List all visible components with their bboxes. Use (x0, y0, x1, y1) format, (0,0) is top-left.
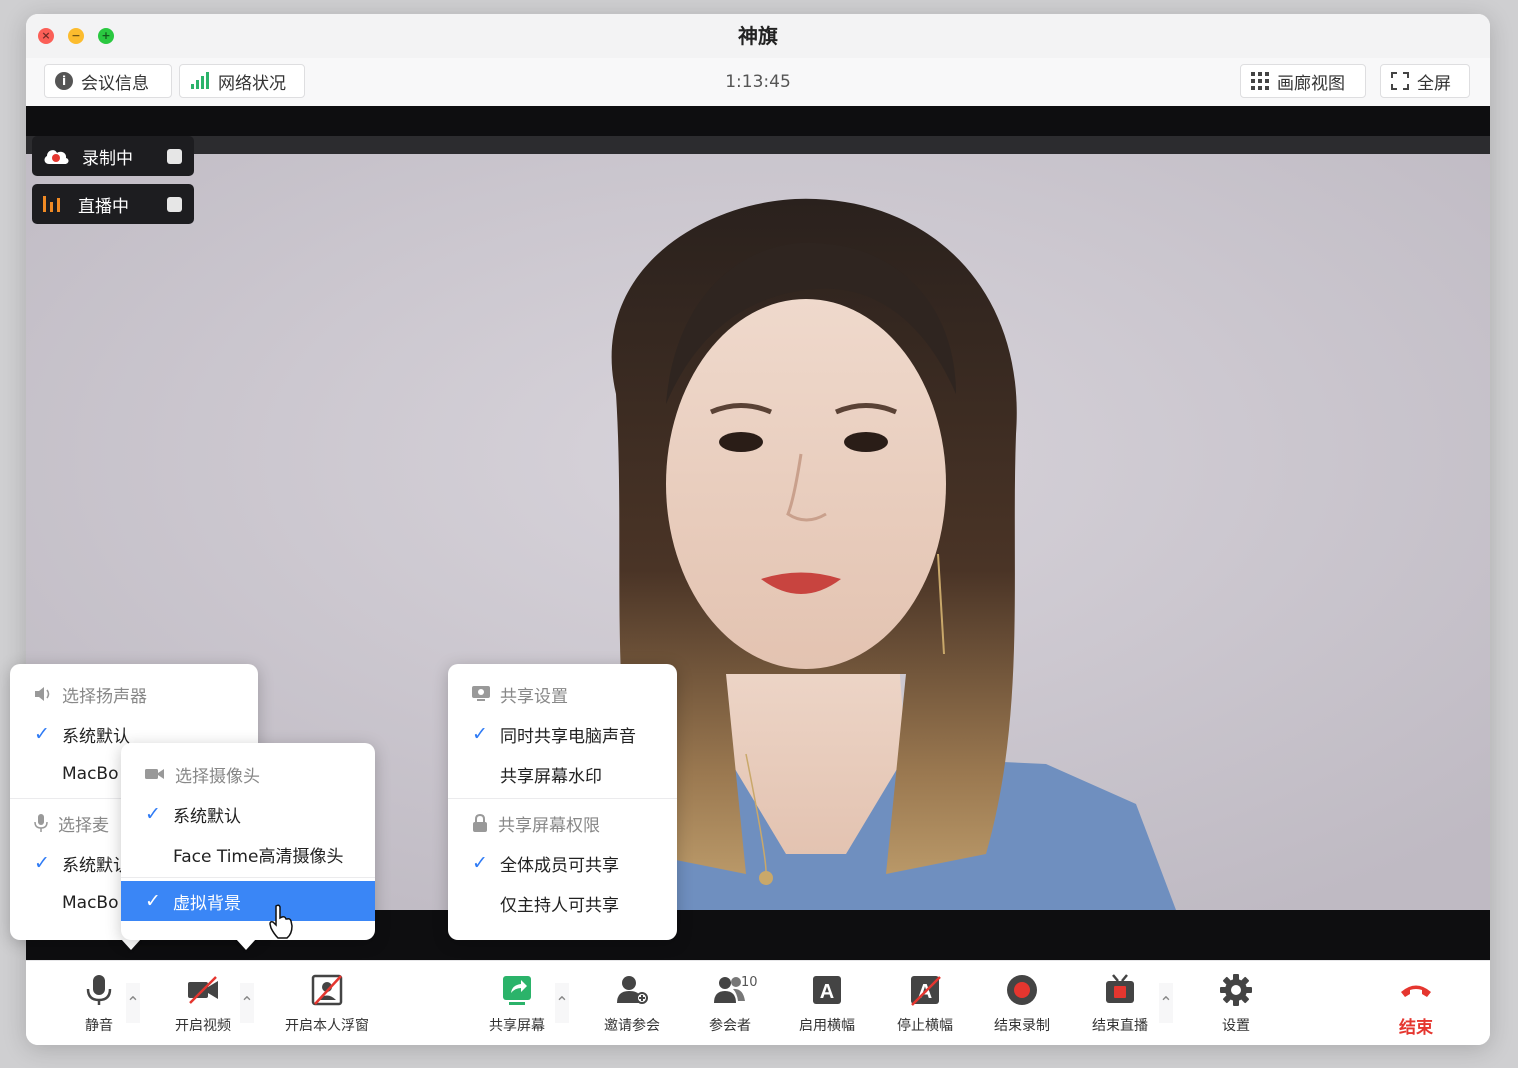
svg-text:A: A (820, 981, 834, 1003)
camera-header: 选择摄像头 (121, 754, 375, 794)
live-options-caret[interactable]: ⌃ (1159, 983, 1173, 1023)
fullscreen-button[interactable]: 全屏 (1380, 64, 1470, 98)
speaker-icon (35, 687, 50, 701)
share-options-caret[interactable]: ⌃ (555, 983, 569, 1023)
share-permission-header-label: 共享屏幕权限 (498, 815, 600, 836)
stop-live-button[interactable] (167, 197, 182, 212)
gallery-view-label: 画廊视图 (1277, 73, 1345, 94)
cloud-icon (44, 150, 69, 164)
menu-divider (448, 798, 677, 799)
gallery-view-button[interactable]: 画廊视图 (1240, 64, 1366, 98)
fullscreen-label: 全屏 (1417, 73, 1451, 94)
self-float-button[interactable]: 开启本人浮窗 (282, 967, 372, 1041)
record-stop-icon (1007, 975, 1037, 1005)
start-video-button[interactable]: 开启视频 (158, 967, 248, 1041)
menu-divider (121, 877, 375, 878)
invite-user-icon (617, 976, 648, 1004)
end-meeting-label: 结束 (1399, 1018, 1433, 1038)
share-watermark-option[interactable]: 共享屏幕水印 (448, 754, 677, 794)
participant-count: 10 (741, 975, 758, 990)
gear-icon (1220, 974, 1252, 1006)
share-all-members-option[interactable]: 全体成员可共享 (448, 843, 677, 883)
enable-banner-button[interactable]: A 启用横幅 (782, 967, 872, 1041)
end-recording-button[interactable]: 结束录制 (977, 967, 1067, 1041)
share-settings-header: 共享设置 (448, 674, 677, 714)
share-screen-label: 共享屏幕 (489, 1018, 545, 1034)
end-live-label: 结束直播 (1092, 1018, 1148, 1034)
share-settings-header-label: 共享设置 (500, 686, 568, 707)
video-off-icon (188, 976, 218, 1004)
recording-label: 录制中 (82, 148, 133, 169)
hang-up-icon (1401, 985, 1431, 997)
end-recording-label: 结束录制 (994, 1018, 1050, 1034)
banner-off-icon: A (911, 976, 941, 1006)
mic-header-label: 选择麦 (58, 815, 109, 836)
lock-icon (473, 814, 487, 832)
share-screen-icon (503, 976, 531, 1005)
self-float-label: 开启本人浮窗 (285, 1018, 369, 1034)
virtual-background-option[interactable]: 虚拟背景 (121, 881, 375, 921)
end-meeting-button[interactable]: 结束 (1371, 967, 1461, 1041)
banner-icon: A (813, 976, 841, 1004)
video-letterbox (26, 136, 1490, 154)
end-live-button[interactable]: 结束直播 (1075, 967, 1165, 1041)
speaker-header: 选择扬声器 (10, 674, 258, 714)
live-label: 直播中 (78, 196, 129, 217)
title-bar: × − + 神旗 (26, 14, 1490, 59)
monitor-icon (472, 686, 490, 701)
camera-option-default[interactable]: 系统默认 (121, 794, 375, 834)
invite-label: 邀请参会 (604, 1018, 660, 1034)
stop-banner-label: 停止横幅 (897, 1018, 953, 1034)
invite-button[interactable]: 邀请参会 (587, 967, 677, 1041)
audio-menu-arrow (121, 939, 141, 950)
meeting-top-bar: i 会议信息 网络状况 1:13:45 画廊视图 全屏 (26, 58, 1490, 106)
mute-label: 静音 (85, 1018, 113, 1034)
stop-recording-button[interactable] (167, 149, 182, 164)
camera-option-facetime[interactable]: Face Time高清摄像头 (121, 834, 375, 874)
share-host-only-option[interactable]: 仅主持人可共享 (448, 883, 677, 923)
participants-button[interactable]: 10 参会者 (685, 967, 775, 1041)
camera-device-menu: 选择摄像头 系统默认 Face Time高清摄像头 虚拟背景 (121, 743, 375, 940)
speaker-header-label: 选择扬声器 (62, 686, 147, 707)
stop-banner-button[interactable]: A 停止横幅 (880, 967, 970, 1041)
live-status: 直播中 (32, 184, 194, 224)
hand-pointer-icon (269, 904, 293, 939)
audio-options-caret[interactable]: ⌃ (126, 983, 140, 1023)
start-video-label: 开启视频 (175, 1018, 231, 1034)
window-title: 神旗 (738, 24, 778, 48)
tv-icon (1106, 974, 1134, 1003)
share-computer-audio-option[interactable]: 同时共享电脑声音 (448, 714, 677, 754)
settings-button[interactable]: 设置 (1191, 967, 1281, 1041)
live-bars-icon (43, 196, 60, 212)
video-options-caret[interactable]: ⌃ (240, 983, 254, 1023)
enable-banner-label: 启用横幅 (799, 1018, 855, 1034)
mic-icon (86, 975, 112, 1005)
camera-header-label: 选择摄像头 (175, 766, 260, 787)
mic-icon (34, 814, 48, 832)
fullscreen-icon (1391, 72, 1409, 90)
participants-label: 参会者 (709, 1018, 751, 1034)
meeting-toolbar: 静音 ⌃ 开启视频 ⌃ 开启本人浮窗 共享屏幕 ⌃ 邀请参会 10 参会者 A … (26, 960, 1490, 1045)
share-settings-menu: 共享设置 同时共享电脑声音 共享屏幕水印 共享屏幕权限 全体成员可共享 仅主持人… (448, 664, 677, 940)
share-permission-header: 共享屏幕权限 (448, 803, 677, 843)
camera-icon (145, 769, 164, 779)
recording-status: 录制中 (32, 136, 194, 176)
grid-icon (1251, 72, 1269, 90)
settings-label: 设置 (1222, 1018, 1250, 1034)
share-screen-button[interactable]: 共享屏幕 (472, 967, 562, 1041)
camera-menu-arrow (236, 939, 256, 950)
self-view-off-icon (311, 974, 343, 1006)
